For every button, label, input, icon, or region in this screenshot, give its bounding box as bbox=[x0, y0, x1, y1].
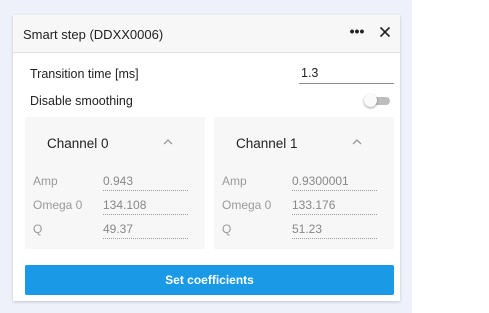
dialog-title: Smart step (DDXX0006) bbox=[23, 27, 164, 42]
channel-1-card: Channel 1 Amp 0.9300001 Omega 0 133.176 … bbox=[214, 117, 394, 249]
dialog-titlebar: Smart step (DDXX0006) ••• bbox=[13, 15, 400, 53]
set-coefficients-button[interactable]: Set coefficients bbox=[25, 265, 394, 295]
smart-step-dialog: Smart step (DDXX0006) ••• Transition tim… bbox=[13, 15, 400, 301]
more-icon[interactable]: ••• bbox=[348, 23, 366, 41]
channel-1-omega-field[interactable]: 133.176 bbox=[292, 198, 377, 215]
channel-0-title: Channel 0 bbox=[47, 136, 109, 151]
workspace-background: Smart step (DDXX0006) ••• Transition tim… bbox=[0, 0, 489, 313]
channel-0-omega-field[interactable]: 134.108 bbox=[103, 198, 188, 215]
channel-0-q-field[interactable]: 49.37 bbox=[103, 222, 188, 239]
channel-1-amp-label: Amp bbox=[222, 174, 247, 188]
chevron-up-icon[interactable] bbox=[350, 137, 364, 147]
channel-1-title: Channel 1 bbox=[236, 136, 298, 151]
toggle-knob bbox=[364, 94, 377, 107]
channel-0-amp-field[interactable]: 0.943 bbox=[103, 174, 188, 191]
channel-0-amp-label: Amp bbox=[33, 174, 58, 188]
side-panel bbox=[412, 0, 489, 313]
disable-smoothing-label: Disable smoothing bbox=[30, 94, 133, 108]
channel-1-q-label: Q bbox=[222, 222, 232, 236]
transition-time-label: Transition time [ms] bbox=[30, 67, 139, 81]
channel-0-q-label: Q bbox=[33, 222, 43, 236]
close-icon[interactable] bbox=[377, 24, 393, 40]
disable-smoothing-toggle[interactable] bbox=[364, 94, 390, 107]
channel-1-omega-label: Omega 0 bbox=[222, 198, 272, 212]
transition-time-input[interactable] bbox=[299, 64, 394, 84]
channel-0-card: Channel 0 Amp 0.943 Omega 0 134.108 Q 49… bbox=[25, 117, 205, 249]
channel-1-q-field[interactable]: 51.23 bbox=[292, 222, 377, 239]
channel-1-amp-field[interactable]: 0.9300001 bbox=[292, 174, 377, 191]
channel-0-omega-label: Omega 0 bbox=[33, 198, 83, 212]
chevron-up-icon[interactable] bbox=[161, 137, 175, 147]
